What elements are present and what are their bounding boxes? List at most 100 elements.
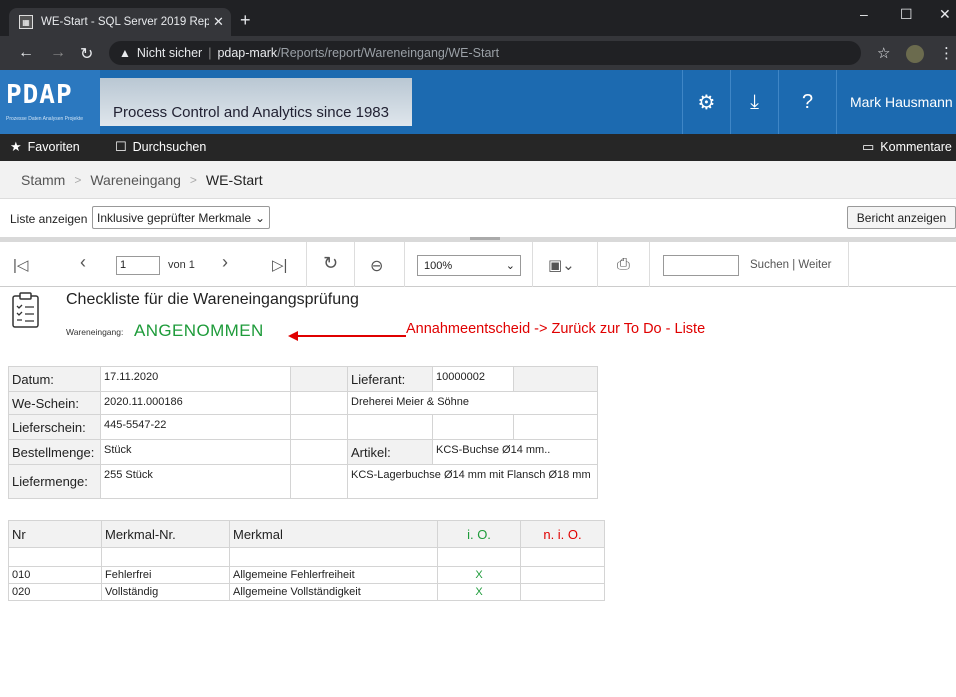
search-link[interactable]: Suchen | Weiter (750, 259, 831, 271)
pdap-logo[interactable]: PDAP Prozesse Daten Analysen Projekte (0, 70, 100, 134)
list-param-select[interactable]: Inklusive geprüfter Merkmale ⌄ (92, 206, 270, 229)
empty-cell (290, 366, 348, 392)
list-param-value: Inklusive geprüfter Merkmale (97, 210, 252, 225)
lieferant-label: Lieferant: (347, 366, 433, 392)
prev-page-icon[interactable]: ‹ (80, 252, 86, 273)
help-button[interactable]: ? (778, 70, 836, 134)
chevron-down-icon: ⌄ (254, 210, 265, 225)
tab-title: WE-Start - SQL Server 2019 Repo (41, 16, 209, 28)
item-nio (520, 583, 605, 601)
comments-button[interactable]: ▭ Kommentare (862, 139, 952, 155)
menu-kebab-icon[interactable]: ⋮ (939, 44, 954, 62)
page-count: von 1 (168, 259, 195, 271)
portal-toolbar: ★ Favoriten ☐ Durchsuchen ▭ Kommentare (0, 134, 956, 161)
tab-close-icon[interactable]: ✕ (213, 14, 224, 30)
download-icon: ⤓ (750, 90, 759, 113)
breadcrumb-current: WE-Start (205, 171, 263, 188)
col-nio: n. i. O. (520, 520, 605, 548)
next-match-link[interactable]: | Weiter (792, 259, 831, 271)
page-number-input[interactable]: 1 (116, 256, 160, 275)
url-path: /Reports/report/Wareneingang/WE-Start (277, 46, 500, 60)
empty-cell (513, 366, 598, 392)
tagline-banner: Process Control and Analytics since 1983 (100, 78, 412, 126)
browser-titlebar: ▦ WE-Start - SQL Server 2019 Repo ✕ + – … (0, 0, 956, 36)
item-io: X (437, 583, 521, 601)
datum-value: 17.11.2020 (100, 366, 291, 392)
print-icon[interactable]: ⎙ (617, 256, 630, 274)
lieferant-nr: 10000002 (432, 366, 514, 392)
empty-cell (290, 464, 348, 499)
splitter-grip[interactable] (470, 237, 500, 240)
lieferschein-value: 445-5547-22 (100, 414, 291, 440)
empty-cell (290, 414, 348, 440)
item-merkmal-nr: Fehlerfrei (101, 566, 230, 584)
warning-icon: ▲ (119, 46, 131, 60)
browser-addressbar: ← → ↻ ▲ Nicht sicher | pdap-mark/Reports… (0, 36, 956, 70)
breadcrumb-stamm[interactable]: Stamm (21, 172, 65, 188)
profile-avatar[interactable] (906, 45, 924, 63)
url-separator: | (208, 46, 212, 60)
empty-cell (437, 547, 521, 567)
chevron-down-icon: ⌄ (505, 260, 515, 272)
app-header: PDAP Prozesse Daten Analysen Projekte Pr… (0, 70, 956, 134)
bestellmenge-value: Stück (100, 439, 291, 465)
empty-cell (8, 547, 102, 567)
browse-button[interactable]: ☐ Durchsuchen (115, 139, 206, 155)
tagline: Process Control and Analytics since 1983 (113, 104, 389, 121)
new-tab-icon[interactable]: + (240, 10, 251, 31)
favorites-label: Favoriten (27, 140, 80, 154)
datum-label: Datum: (8, 366, 101, 392)
next-page-icon[interactable]: › (222, 252, 228, 273)
refresh-icon[interactable]: ↻ (323, 253, 338, 274)
close-window-icon[interactable]: ✕ (939, 6, 951, 23)
zoom-value: 100% (424, 259, 453, 272)
col-nr: Nr (8, 520, 102, 548)
forward-icon[interactable]: → (50, 44, 66, 62)
empty-cell (432, 414, 514, 440)
artikel-label: Artikel: (347, 439, 433, 465)
save-export-icon[interactable]: ▣⌄ (548, 256, 575, 274)
report-favicon-icon: ▦ (19, 15, 33, 29)
empty-cell (290, 391, 348, 415)
back-icon[interactable]: ← (18, 44, 34, 62)
first-page-icon[interactable]: |◁ (13, 256, 28, 274)
toolbar-separator (354, 242, 355, 287)
clipboard-checklist-icon (12, 292, 39, 328)
favorites-button[interactable]: ★ Favoriten (10, 139, 80, 155)
breadcrumb-wareneingang[interactable]: Wareneingang (90, 172, 181, 188)
empty-cell (290, 439, 348, 465)
url-field[interactable]: ▲ Nicht sicher | pdap-mark/Reports/repor… (109, 41, 861, 65)
breadcrumb: Stamm > Wareneingang > WE-Start (0, 161, 956, 199)
last-page-icon[interactable]: ▷| (272, 256, 287, 274)
item-nio (520, 566, 605, 584)
spacer-row (8, 547, 605, 567)
toolbar-separator (649, 242, 650, 287)
items-table: Nr Merkmal-Nr. Merkmal i. O. n. i. O. 01… (8, 520, 605, 601)
view-report-button[interactable]: Bericht anzeigen (847, 206, 956, 229)
report-search-input[interactable] (663, 255, 739, 276)
liefermenge-value: 255 Stück (100, 464, 291, 499)
reload-icon[interactable]: ↻ (80, 44, 93, 64)
minimize-icon[interactable]: – (860, 6, 868, 22)
chevron-right-icon: > (189, 172, 197, 187)
toolbar-separator (404, 242, 405, 287)
browser-tab[interactable]: ▦ WE-Start - SQL Server 2019 Repo ✕ (9, 8, 231, 36)
report-title: Checkliste für die Wareneingangsprüfung (66, 291, 359, 308)
toolbar-separator (848, 242, 849, 287)
empty-cell (513, 414, 598, 440)
item-merkmal-nr: Vollständig (101, 583, 230, 601)
gear-icon: ⚙ (697, 91, 716, 114)
download-button[interactable]: ⤓ (730, 70, 778, 134)
empty-cell (520, 547, 605, 567)
user-menu[interactable]: Mark Hausmann (836, 70, 956, 134)
help-icon: ? (801, 90, 814, 113)
maximize-icon[interactable]: ☐ (900, 6, 913, 23)
settings-button[interactable]: ⚙ (682, 70, 730, 134)
list-param-label: Liste anzeigen (10, 212, 88, 226)
search-label: Suchen (750, 259, 790, 271)
zoom-select[interactable]: 100% ⌄ (417, 255, 521, 276)
back-to-parent-icon[interactable]: ⊖ (370, 256, 383, 276)
bookmark-star-icon[interactable]: ☆ (877, 44, 890, 62)
star-icon: ★ (10, 139, 22, 154)
status-value[interactable]: ANGENOMMEN (134, 321, 264, 341)
